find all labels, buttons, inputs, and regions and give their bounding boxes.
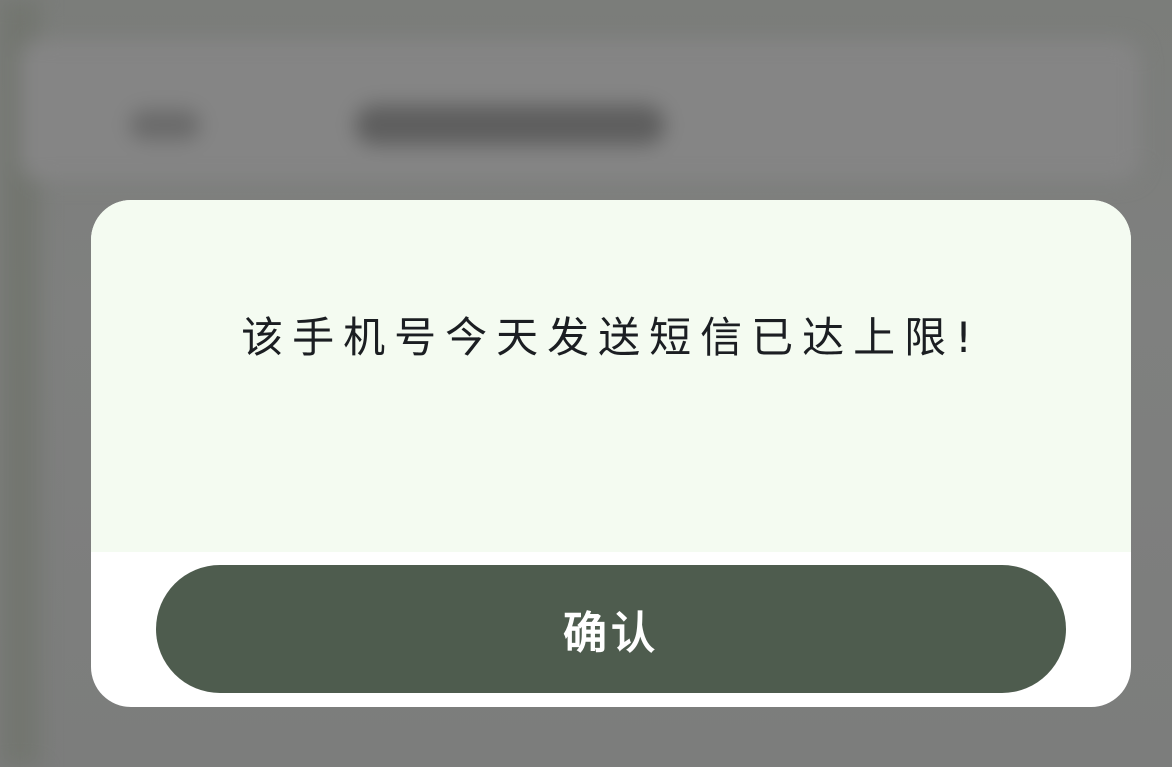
background-page-title bbox=[355, 105, 665, 145]
background-back-button bbox=[130, 110, 200, 140]
confirm-button[interactable]: 确认 bbox=[156, 565, 1066, 693]
dialog-body: 该手机号今天发送短信已达上限! bbox=[91, 200, 1131, 552]
alert-dialog: 该手机号今天发送短信已达上限! 确认 bbox=[91, 200, 1131, 707]
dialog-message: 该手机号今天发送短信已达上限! bbox=[241, 313, 981, 362]
